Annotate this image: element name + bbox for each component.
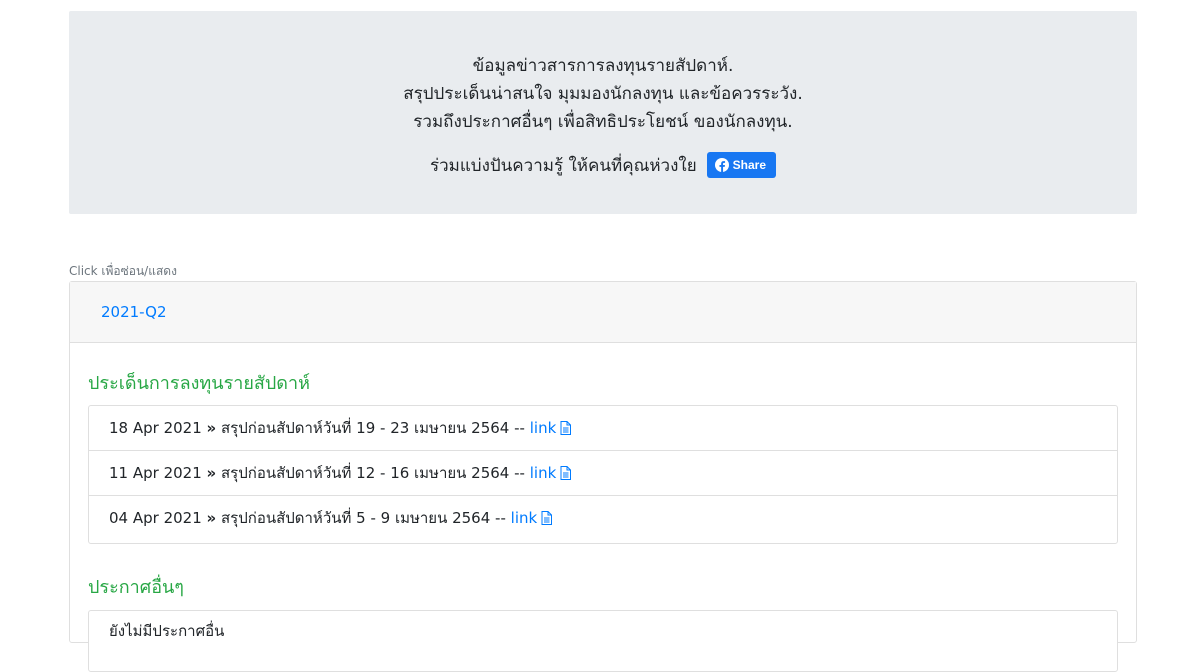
item-date: 11 Apr 2021 [109,464,202,482]
toggle-hint: Click เพื่อซ่อน/แสดง [69,264,177,278]
item-date: 04 Apr 2021 [109,509,202,527]
section-title-weekly: ประเด็นการลงทุนรายสัปดาห์ [88,373,310,394]
banner-line-3: รวมถึงประกาศอื่นๆ เพื่อสิทธิประโยชน์ ของ… [413,112,793,132]
document-icon [560,453,572,498]
document-icon [560,408,572,453]
item-link[interactable]: link [511,509,553,527]
facebook-share-button[interactable]: Share [706,152,777,178]
intro-banner: ข้อมูลข่าวสารการลงทุนรายสัปดาห์. สรุปประ… [69,11,1137,214]
accordion-toggle-link[interactable]: 2021-Q2 [101,303,167,321]
list-item: 04 Apr 2021 » สรุปก่อนสัปดาห์วันที่ 5 - … [89,496,1117,541]
banner-line-1: ข้อมูลข่าวสารการลงทุนรายสัปดาห์. [472,56,734,76]
list-item: 11 Apr 2021 » สรุปก่อนสัปดาห์วันที่ 12 -… [89,451,1117,496]
item-text: สรุปก่อนสัปดาห์วันที่ 5 - 9 เมษายน 2564 … [221,509,506,527]
item-text: สรุปก่อนสัปดาห์วันที่ 19 - 23 เมษายน 256… [221,419,525,437]
weekly-list: 18 Apr 2021 » สรุปก่อนสัปดาห์วันที่ 19 -… [88,405,1118,544]
facebook-icon [714,158,729,172]
share-row: ร่วมแบ่งปันความรู้ ให้คนที่คุณห่วงใย Sha… [69,152,1137,178]
item-text: สรุปก่อนสัปดาห์วันที่ 12 - 16 เมษายน 256… [221,464,525,482]
list-item: 18 Apr 2021 » สรุปก่อนสัปดาห์วันที่ 19 -… [89,406,1117,451]
item-date: 18 Apr 2021 [109,419,202,437]
banner-line-2: สรุปประเด็นน่าสนใจ มุมมองนักลงทุน และข้อ… [403,84,803,104]
document-icon [541,498,553,543]
share-button-label: Share [732,158,767,172]
share-text: ร่วมแบ่งปันความรู้ ให้คนที่คุณห่วงใย [429,155,697,176]
item-link[interactable]: link [530,464,572,482]
announcements-list: ยังไม่มีประกาศอื่น [88,610,1118,672]
accordion-card: 2021-Q2 ประเด็นการลงทุนรายสัปดาห์ 18 Apr… [69,281,1137,672]
double-chevron-icon: » [206,419,217,437]
list-item: ยังไม่มีประกาศอื่น [109,622,225,640]
accordion-header[interactable]: 2021-Q2 [70,282,1136,343]
double-chevron-icon: » [206,464,217,482]
item-link[interactable]: link [530,419,572,437]
double-chevron-icon: » [206,509,217,527]
section-title-announcements: ประกาศอื่นๆ [88,577,184,598]
